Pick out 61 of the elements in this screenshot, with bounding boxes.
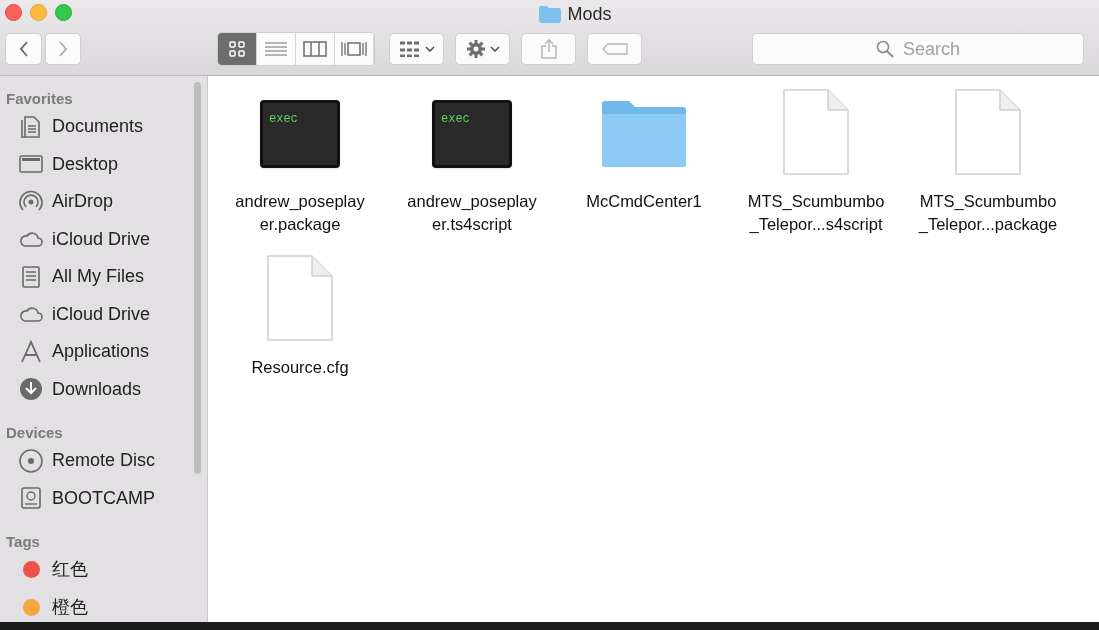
search-icon bbox=[876, 40, 894, 58]
chevron-left-icon bbox=[18, 41, 29, 57]
sidebar-item[interactable]: All My Files bbox=[6, 258, 207, 296]
document-icon bbox=[954, 88, 1022, 176]
sidebar-item[interactable]: Remote Disc bbox=[6, 442, 207, 480]
columns-icon bbox=[303, 41, 327, 57]
chevron-down-icon bbox=[489, 46, 500, 52]
list-icon bbox=[265, 42, 287, 56]
terminal-icon: exec bbox=[260, 100, 340, 168]
file-name[interactable]: McCmdCenter1 bbox=[586, 190, 702, 213]
document-icon bbox=[782, 88, 850, 176]
sidebar-item[interactable]: Documents bbox=[6, 108, 207, 146]
action-button[interactable] bbox=[455, 33, 510, 65]
share-button[interactable] bbox=[521, 33, 576, 65]
back-button[interactable] bbox=[5, 33, 42, 65]
download-icon bbox=[18, 376, 44, 403]
sidebar-item[interactable]: iCloud Drive bbox=[6, 295, 207, 333]
cover-flow-icon bbox=[340, 41, 368, 57]
file-name[interactable]: MTS_Scumbumbo _Telepor...package bbox=[918, 190, 1058, 236]
chevron-right-icon bbox=[58, 41, 68, 57]
share-icon bbox=[540, 39, 557, 59]
sidebar-item[interactable]: 红色 bbox=[6, 551, 207, 589]
search-field[interactable]: Search bbox=[752, 33, 1084, 65]
sidebar-item[interactable]: Desktop bbox=[6, 145, 207, 183]
tag-icon bbox=[601, 43, 628, 55]
document-icon bbox=[266, 254, 334, 342]
folder-icon bbox=[539, 5, 562, 23]
grid-icon bbox=[398, 41, 421, 57]
section-header: Devices bbox=[6, 423, 64, 442]
zoom-button[interactable] bbox=[55, 4, 72, 21]
sidebar-item[interactable]: BOOTCAMP bbox=[6, 479, 207, 517]
folder-icon bbox=[599, 98, 689, 170]
tag-button[interactable] bbox=[587, 33, 642, 65]
minimize-button[interactable] bbox=[30, 4, 47, 21]
sidebar-item[interactable]: Applications bbox=[6, 333, 207, 371]
gear-icon bbox=[465, 39, 486, 59]
forward-button[interactable] bbox=[45, 33, 81, 65]
view-mode-button[interactable] bbox=[257, 33, 296, 65]
sidebar-item[interactable]: iCloud Drive bbox=[6, 220, 207, 258]
sidebar-item[interactable]: 橙色 bbox=[6, 588, 207, 622]
section-header: Tags bbox=[6, 532, 41, 551]
file-name[interactable]: andrew_poseplay er.package bbox=[235, 190, 365, 236]
view-mode-button[interactable] bbox=[335, 33, 374, 65]
file-name[interactable]: andrew_poseplay er.ts4script bbox=[407, 190, 537, 236]
view-mode-button[interactable] bbox=[218, 33, 257, 65]
sidebar-item[interactable]: Downloads bbox=[6, 370, 207, 408]
scrollbar[interactable] bbox=[194, 82, 201, 474]
section-header: Favorites bbox=[6, 89, 74, 108]
grid-icon bbox=[229, 41, 245, 57]
window-title: Mods bbox=[567, 2, 612, 26]
drive-icon bbox=[18, 485, 44, 512]
view-mode-button[interactable] bbox=[296, 33, 335, 65]
close-button[interactable] bbox=[5, 4, 22, 21]
chevron-down-icon bbox=[424, 46, 435, 52]
disc-icon bbox=[18, 447, 44, 474]
file-name[interactable]: MTS_Scumbumbo _Telepor...s4script bbox=[747, 190, 885, 236]
sidebar-item[interactable]: AirDrop bbox=[6, 183, 207, 221]
file-name[interactable]: Resource.cfg bbox=[251, 356, 349, 379]
applications-icon bbox=[18, 338, 44, 365]
arrange-button[interactable] bbox=[389, 33, 444, 65]
terminal-icon: exec bbox=[432, 100, 512, 168]
